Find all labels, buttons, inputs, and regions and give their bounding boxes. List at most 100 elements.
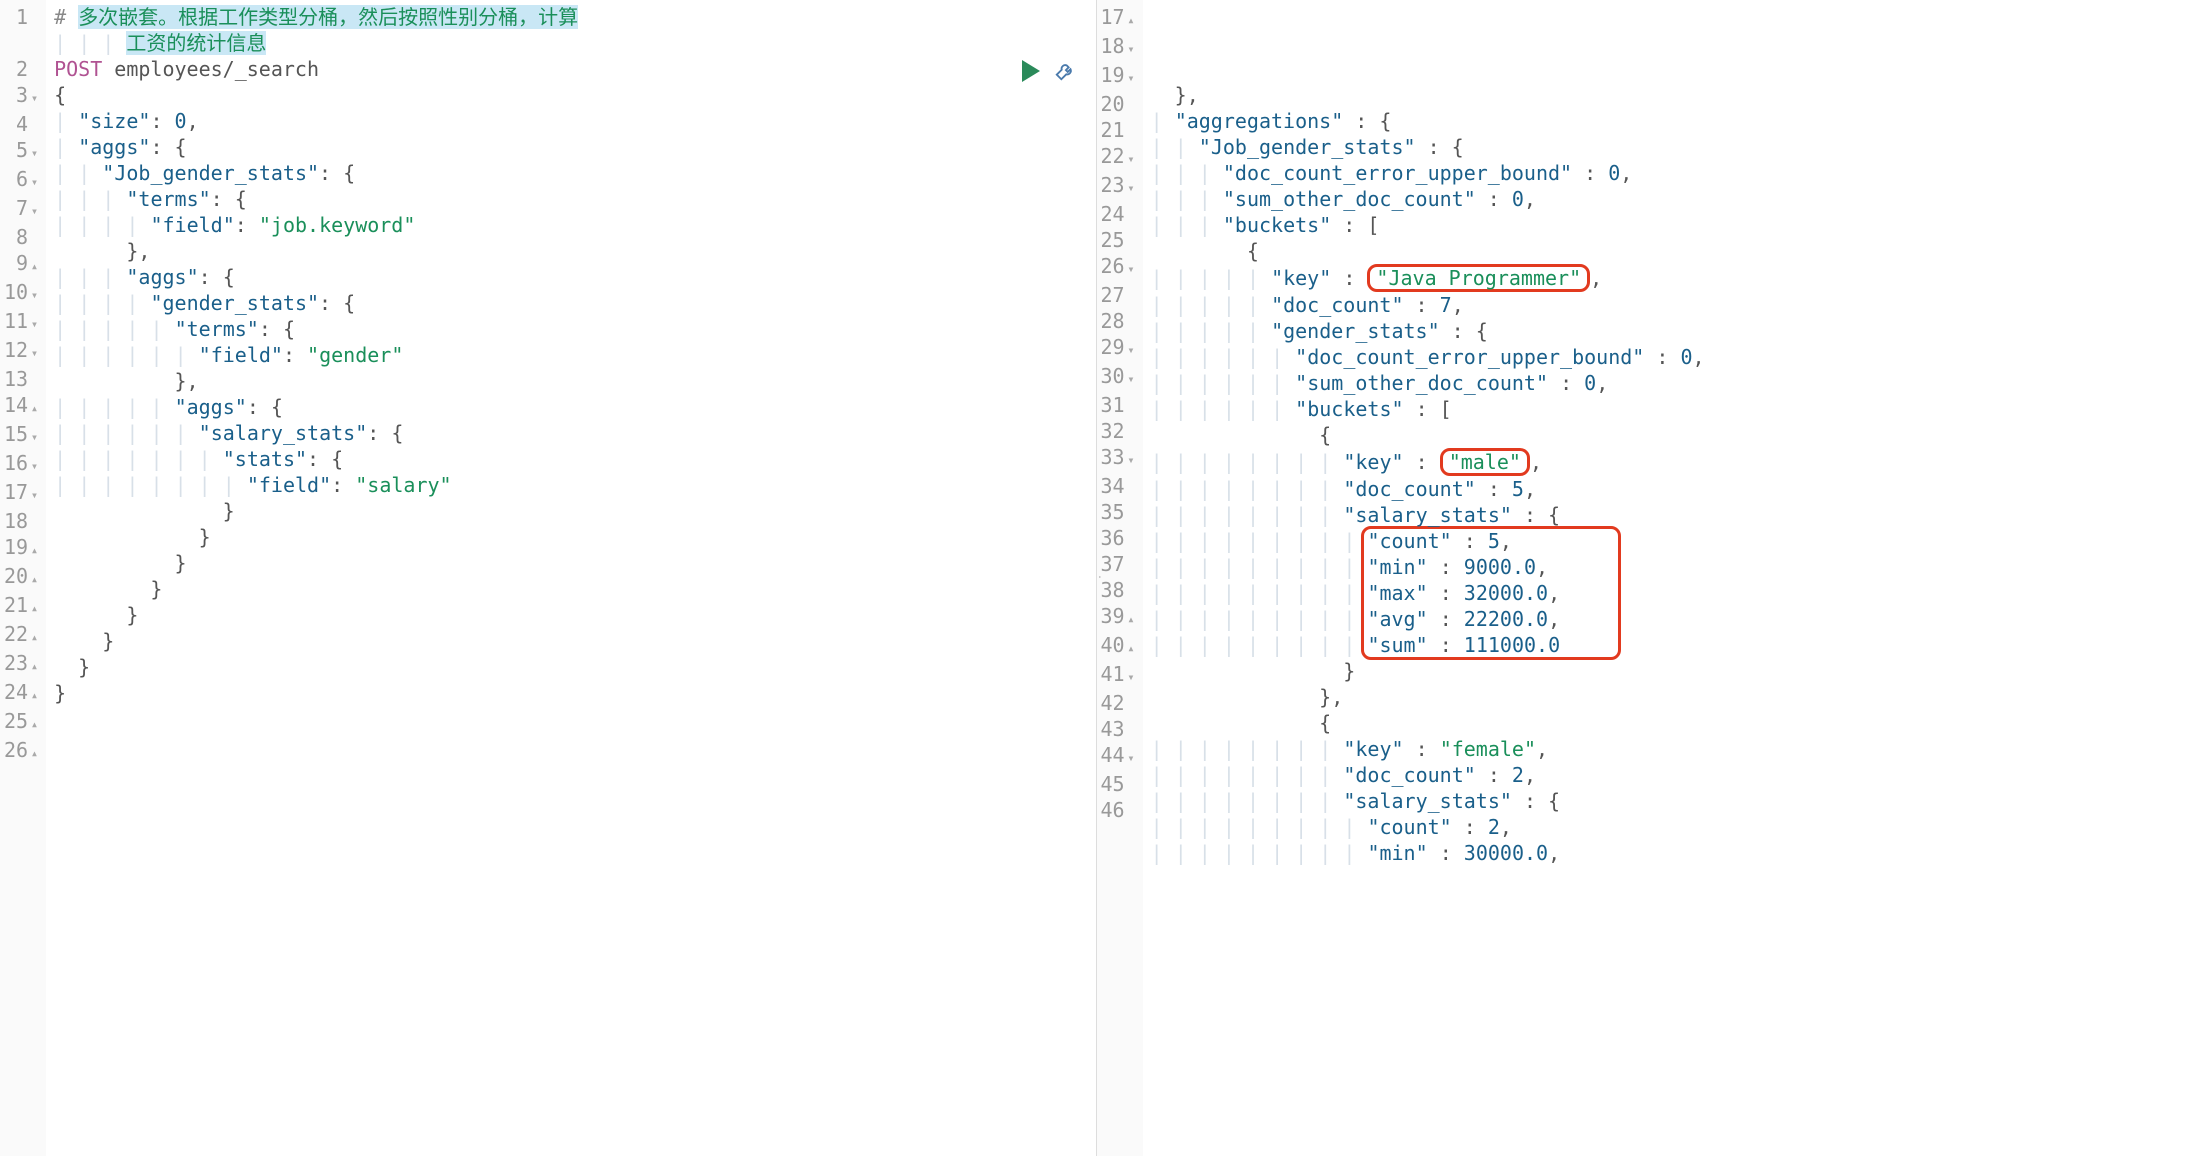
code-line[interactable]: | | | | | | | | | "sum" : 111000.0	[1151, 632, 2184, 658]
code-line[interactable]: {	[1151, 710, 2184, 736]
fold-toggle-icon[interactable]: ▾	[28, 482, 38, 508]
code-line[interactable]: },	[54, 368, 1087, 394]
code-line[interactable]: | | | | | | | | | "min" : 9000.0,	[1151, 554, 2184, 580]
code-line[interactable]: {	[1151, 422, 2184, 448]
fold-toggle-icon[interactable]: ▴	[28, 595, 38, 621]
code-line[interactable]: | "aggs": {	[54, 134, 1087, 160]
fold-toggle-icon[interactable]: ▾	[28, 311, 38, 337]
code-line[interactable]: }	[54, 680, 1087, 706]
code-line[interactable]: | | | | | | "doc_count_error_upper_bound…	[1151, 344, 2184, 370]
code-line[interactable]: | | | "terms": {	[54, 186, 1087, 212]
code-line[interactable]: | | | 工资的统计信息	[54, 30, 1087, 56]
code-line[interactable]: | | | | | "terms": {	[54, 316, 1087, 342]
code-line[interactable]: | | | "sum_other_doc_count" : 0,	[1151, 186, 2184, 212]
code-line[interactable]: },	[1151, 82, 2184, 108]
code-line[interactable]: | | | | | | | | | "count" : 2,	[1151, 814, 2184, 840]
code-line[interactable]: }	[54, 654, 1087, 680]
wrench-icon[interactable]	[1054, 60, 1076, 82]
line-number: 33▾	[1101, 444, 1135, 473]
code-line[interactable]: | | | | | | | | "field": "salary"	[54, 472, 1087, 498]
code-line[interactable]: }	[54, 524, 1087, 550]
fold-toggle-icon[interactable]: ▾	[28, 85, 38, 111]
code-line[interactable]: }	[54, 550, 1087, 576]
fold-toggle-icon[interactable]: ▴	[1125, 606, 1135, 632]
fold-toggle-icon[interactable]: ▴	[1125, 7, 1135, 33]
panel-divider-handle[interactable]: ⋮	[1097, 570, 1103, 586]
fold-toggle-icon[interactable]: ▴	[28, 624, 38, 650]
fold-toggle-icon[interactable]: ▾	[1125, 366, 1135, 392]
fold-toggle-icon[interactable]: ▴	[28, 566, 38, 592]
fold-toggle-icon[interactable]: ▴	[28, 253, 38, 279]
code-line[interactable]: | | | | "field": "job.keyword"	[54, 212, 1087, 238]
code-line[interactable]: | | | "doc_count_error_upper_bound" : 0,	[1151, 160, 2184, 186]
fold-toggle-icon[interactable]: ▾	[1125, 65, 1135, 91]
code-line[interactable]: }	[54, 576, 1087, 602]
code-line[interactable]: | | | | | | | | "salary_stats" : {	[1151, 788, 2184, 814]
code-line[interactable]: | | | | | | "field": "gender"	[54, 342, 1087, 368]
code-line[interactable]: | | | | | "doc_count" : 7,	[1151, 292, 2184, 318]
code-line[interactable]: }	[54, 628, 1087, 654]
fold-toggle-icon[interactable]: ▾	[1125, 146, 1135, 172]
fold-toggle-icon[interactable]: ▾	[28, 453, 38, 479]
code-line[interactable]: | | | | | "key" : "Java Programmer",	[1151, 264, 2184, 292]
fold-toggle-icon[interactable]: ▾	[1125, 745, 1135, 771]
code-line[interactable]: | | | | | | "salary_stats": {	[54, 420, 1087, 446]
code-line[interactable]: | | | | | | | | | "max" : 32000.0,	[1151, 580, 2184, 606]
code-line[interactable]: # 多次嵌套。根据工作类型分桶，然后按照性别分桶，计算	[54, 4, 1087, 30]
fold-toggle-icon[interactable]: ▾	[1125, 175, 1135, 201]
json-key: "aggs"	[78, 135, 150, 159]
fold-toggle-icon[interactable]: ▴	[28, 395, 38, 421]
code-line[interactable]: | | | "aggs": {	[54, 264, 1087, 290]
code-line[interactable]: | | | | | | | | "doc_count" : 5,	[1151, 476, 2184, 502]
code-line[interactable]: | | | | | | | | | "count" : 5,	[1151, 528, 2184, 554]
json-key: "Job_gender_stats"	[102, 161, 319, 185]
fold-toggle-icon[interactable]: ▾	[28, 340, 38, 366]
code-line[interactable]: | | | | | | | | | "avg" : 22200.0,	[1151, 606, 2184, 632]
code-line[interactable]: | | | | | | | | "salary_stats" : {	[1151, 502, 2184, 528]
response-code-area[interactable]: },| "aggregations" : {| | "Job_gender_st…	[1143, 0, 2192, 1156]
code-line[interactable]: | "size": 0,	[54, 108, 1087, 134]
fold-toggle-icon[interactable]: ▾	[1125, 256, 1135, 282]
code-line[interactable]: }	[54, 498, 1087, 524]
code-line[interactable]: | | | "buckets" : [	[1151, 212, 2184, 238]
response-viewer-panel: ⋮ 17▴18▾19▾20 21 22▾23▾24 25 26▾27 28 29…	[1097, 0, 2192, 1156]
code-line[interactable]: POST employees/_search	[54, 56, 1087, 82]
fold-toggle-icon[interactable]: ▴	[28, 682, 38, 708]
code-line[interactable]: },	[54, 238, 1087, 264]
code-line[interactable]: | | | | | | "buckets" : [	[1151, 396, 2184, 422]
fold-toggle-icon[interactable]: ▾	[28, 169, 38, 195]
code-line[interactable]: | "aggregations" : {	[1151, 108, 2184, 134]
code-line[interactable]: | | | | | | | | "doc_count" : 2,	[1151, 762, 2184, 788]
code-line[interactable]: | | | | | "gender_stats" : {	[1151, 318, 2184, 344]
code-line[interactable]: {	[1151, 238, 2184, 264]
fold-toggle-icon[interactable]: ▴	[28, 711, 38, 737]
fold-toggle-icon[interactable]: ▴	[1125, 635, 1135, 661]
fold-toggle-icon[interactable]: ▴	[28, 740, 38, 766]
code-line[interactable]: | | | | | | | "stats": {	[54, 446, 1087, 472]
request-code-area[interactable]: # 多次嵌套。根据工作类型分桶，然后按照性别分桶，计算| | | 工资的统计信息…	[46, 0, 1095, 1156]
code-line[interactable]: | | | | "gender_stats": {	[54, 290, 1087, 316]
code-line[interactable]: {	[54, 82, 1087, 108]
fold-toggle-icon[interactable]: ▾	[28, 198, 38, 224]
fold-toggle-icon[interactable]: ▴	[28, 653, 38, 679]
fold-toggle-icon[interactable]: ▾	[1125, 664, 1135, 690]
fold-toggle-icon[interactable]: ▾	[1125, 447, 1135, 473]
code-line[interactable]: | | | | | "aggs": {	[54, 394, 1087, 420]
fold-toggle-icon[interactable]: ▾	[1125, 36, 1135, 62]
code-line[interactable]: | | "Job_gender_stats": {	[54, 160, 1087, 186]
code-line[interactable]: | | | | | | | | "key" : "female",	[1151, 736, 2184, 762]
code-line[interactable]: | | | | | | | | "key" : "male",	[1151, 448, 2184, 476]
code-line[interactable]: | | | | | | "sum_other_doc_count" : 0,	[1151, 370, 2184, 396]
code-line[interactable]: | | "Job_gender_stats" : {	[1151, 134, 2184, 160]
code-line[interactable]: }	[1151, 658, 2184, 684]
code-line[interactable]: },	[1151, 684, 2184, 710]
fold-toggle-icon[interactable]: ▾	[28, 282, 38, 308]
fold-toggle-icon[interactable]: ▴	[28, 537, 38, 563]
fold-toggle-icon[interactable]: ▾	[1125, 337, 1135, 363]
line-number: 8	[4, 224, 38, 250]
code-line[interactable]: | | | | | | | | | "min" : 30000.0,	[1151, 840, 2184, 866]
fold-toggle-icon[interactable]: ▾	[28, 140, 38, 166]
run-icon[interactable]	[1022, 60, 1040, 82]
code-line[interactable]: }	[54, 602, 1087, 628]
fold-toggle-icon[interactable]: ▾	[28, 424, 38, 450]
